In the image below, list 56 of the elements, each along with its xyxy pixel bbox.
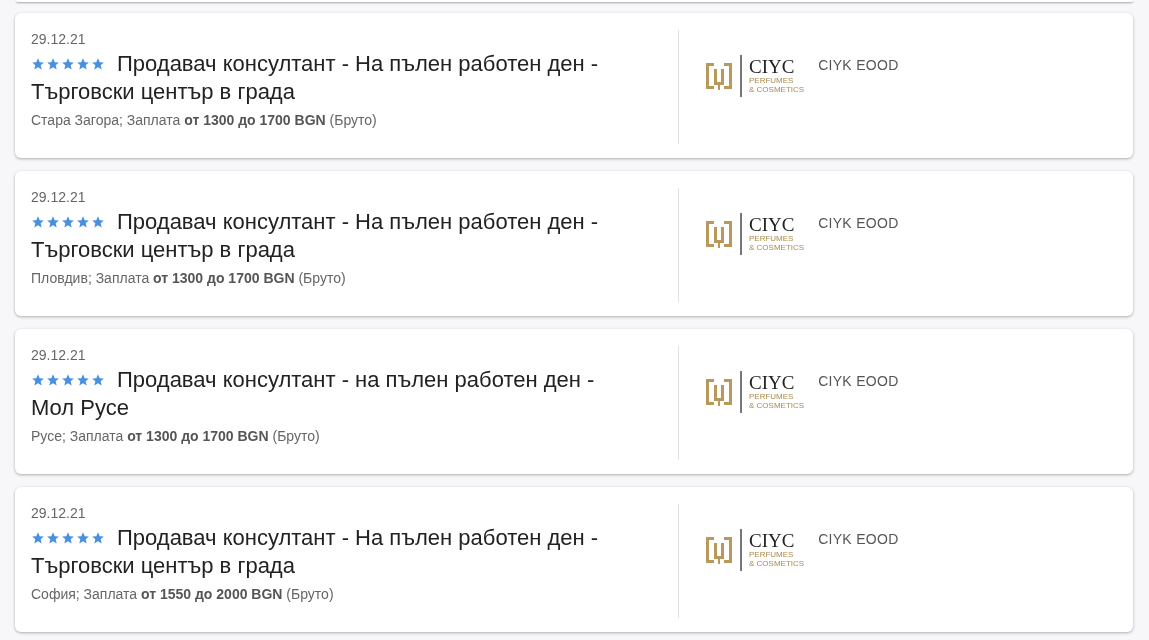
star-icon <box>31 531 45 545</box>
logo-tagline: PERFUMES <box>749 234 794 243</box>
logo-tagline: & COSMETICS <box>749 559 805 568</box>
star-icon <box>46 373 60 387</box>
post-date: 29.12.21 <box>31 505 86 521</box>
company-name: CIYK EOOD <box>818 531 899 547</box>
star-icon <box>46 215 60 229</box>
job-details: Русе; Заплата от 1300 до 1700 BGN (Бруто) <box>31 428 320 444</box>
logo-icon <box>705 535 733 565</box>
post-date: 29.12.21 <box>31 189 86 205</box>
job-title[interactable]: Продавач консултант - На пълен работен ден - Търговски център в града <box>31 208 611 264</box>
star-icon <box>31 215 45 229</box>
logo-name: CIYC <box>749 216 795 234</box>
job-title[interactable]: Продавач консултант - на пълен работен ден - Мол Русе <box>31 366 611 422</box>
logo-name: CIYC <box>749 58 795 76</box>
star-icon <box>76 57 90 71</box>
star-icon <box>91 373 105 387</box>
logo-name: CIYC <box>749 374 795 392</box>
logo-tagline: & COSMETICS <box>749 243 805 252</box>
job-title[interactable]: Продавач консултант - На пълен работен ден - Търговски център в града <box>31 50 611 106</box>
star-icon <box>76 531 90 545</box>
company-name: CIYK EOOD <box>818 215 899 231</box>
star-icon <box>31 57 45 71</box>
logo-tagline: PERFUMES <box>749 76 794 85</box>
job-card[interactable]: 29.12.21 Продавач консултант - на пълен работен ден - Мол Русе Русе; Заплата от 1300 до 1700 BGN (Бруто) CIYC PERFUMES & COSMETICS CIYK EOOD <box>15 329 1133 474</box>
job-card[interactable]: 29.12.21 Продавач консултант - На пълен работен ден - Търговски център в града Пловдив; Заплата от 1300 до 1700 BGN (Бруто) CIYC PERFUMES & COSMETICS CIYK EOOD <box>15 171 1133 316</box>
star-icon <box>91 57 105 71</box>
star-icon <box>46 57 60 71</box>
star-icon <box>76 215 90 229</box>
job-details: Пловдив; Заплата от 1300 до 1700 BGN (Бруто) <box>31 270 346 286</box>
star-icon <box>76 373 90 387</box>
star-icon <box>46 531 60 545</box>
star-icon <box>61 57 75 71</box>
star-icon <box>91 215 105 229</box>
logo-icon <box>705 219 733 249</box>
star-icon <box>61 373 75 387</box>
logo-tagline: PERFUMES <box>749 392 794 401</box>
job-details: София; Заплата от 1550 до 2000 BGN (Бруто) <box>31 586 334 602</box>
company-name: CIYK EOOD <box>818 57 899 73</box>
logo-tagline: PERFUMES <box>749 550 794 559</box>
star-icon <box>91 531 105 545</box>
star-icon <box>31 373 45 387</box>
post-date: 29.12.21 <box>31 347 86 363</box>
logo-name: CIYC <box>749 532 795 550</box>
star-icon <box>61 531 75 545</box>
logo-icon <box>705 61 733 91</box>
logo-tagline: & COSMETICS <box>749 401 805 410</box>
star-icon <box>61 215 75 229</box>
job-card[interactable]: 29.12.21 Продавач консултант - На пълен работен ден - Търговски център в града Стара Загора; Заплата от 1300 до 1700 BGN (Бруто) CIYC PERFUMES & COSMETICS CIYK EOOD <box>15 13 1133 158</box>
job-card[interactable]: 29.12.21 Продавач консултант - На пълен работен ден - Търговски център в града София; Заплата от 1550 до 2000 BGN (Бруто) CIYC PERFUMES & COSMETICS CIYK EOOD <box>15 487 1133 632</box>
post-date: 29.12.21 <box>31 31 86 47</box>
company-name: CIYK EOOD <box>818 373 899 389</box>
job-details: Стара Загора; Заплата от 1300 до 1700 BGN (Бруто) <box>31 112 377 128</box>
logo-tagline: & COSMETICS <box>749 85 805 94</box>
logo-icon <box>705 377 733 407</box>
job-title[interactable]: Продавач консултант - На пълен работен ден - Търговски център в града <box>31 524 611 580</box>
